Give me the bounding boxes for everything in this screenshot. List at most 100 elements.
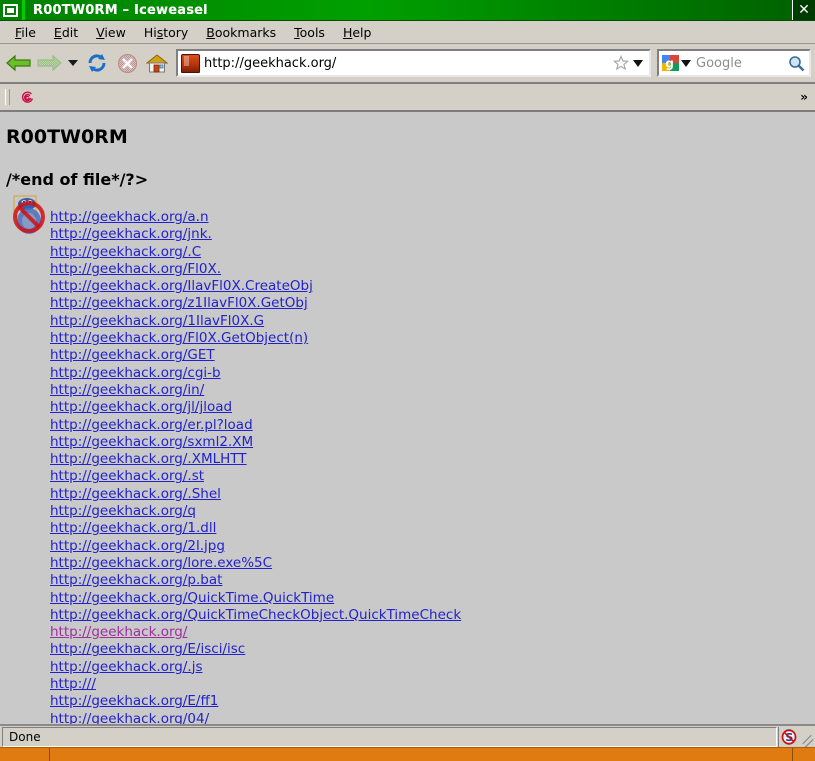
menu-bar: File Edit View History Bookmarks Tools H… [0, 21, 815, 44]
resize-grip-icon[interactable] [799, 727, 815, 747]
close-icon[interactable]: ✕ [792, 0, 815, 20]
list-item: http://geekhack.org/1.dll [50, 518, 815, 535]
menu-view[interactable]: View [87, 24, 135, 41]
status-field: Done [2, 727, 777, 747]
page-content: R00TW0RM /*end of file*/?> http://geekha… [0, 113, 815, 726]
list-item: http://geekhack.org/lore.exe%5C [50, 553, 815, 570]
noscript-icon[interactable]: S [778, 727, 799, 747]
forward-button[interactable] [34, 48, 64, 78]
bookmarks-overflow-icon[interactable]: » [792, 90, 815, 104]
list-item: http://geekhack.org/.C [50, 242, 815, 259]
page-link[interactable]: http://geekhack.org/GET [50, 347, 215, 363]
list-item: http://geekhack.org/in/ [50, 380, 815, 397]
home-icon [146, 53, 168, 74]
list-item: http://geekhack.org/2l.jpg [50, 536, 815, 553]
title-bar: R00TW0RM – Iceweasel ✕ [0, 0, 815, 21]
bookmarks-toolbar: » [0, 84, 815, 112]
list-item: http://geekhack.org/a.n [50, 207, 815, 224]
page-link[interactable]: http://geekhack.org/.XMLHTT [50, 451, 247, 467]
page-link[interactable]: http://geekhack.org/p.bat [50, 572, 222, 588]
page-link[interactable]: http://geekhack.org/.C [50, 244, 201, 260]
broken-image-icon [12, 195, 48, 239]
menu-bookmarks-label: Bookmarks [206, 25, 276, 40]
search-input[interactable]: Google [696, 56, 788, 71]
list-item: http://geekhack.org/QuickTime.QuickTime [50, 588, 815, 605]
list-item: http://geekhack.org/jl/jload [50, 397, 815, 414]
search-box[interactable]: g Google [657, 49, 811, 77]
window-title: R00TW0RM – Iceweasel [33, 3, 208, 18]
list-item: http://geekhack.org/q [50, 501, 815, 518]
page-link[interactable]: http://geekhack.org/a.n [50, 209, 209, 225]
url-bar[interactable]: http://geekhack.org/ [176, 49, 651, 77]
page-link[interactable]: http://geekhack.org/.js [50, 659, 202, 675]
page-link[interactable]: http://geekhack.org/.st [50, 468, 204, 484]
menu-edit-label: Edit [54, 25, 78, 40]
google-icon[interactable]: g [662, 55, 679, 71]
desktop-taskbar[interactable] [0, 747, 815, 761]
page-link[interactable]: http://geekhack.org/z1IlavFl0X.GetObj [50, 295, 308, 311]
list-item: http://geekhack.org/GET [50, 345, 815, 362]
list-item: http://geekhack.org/IlavFl0X.CreateObj [50, 276, 815, 293]
page-link[interactable]: http://geekhack.org/sxml2.XM [50, 434, 253, 450]
noscript-glyph-icon: S [781, 729, 797, 745]
page-title: R00TW0RM [6, 126, 815, 148]
menu-tools[interactable]: Tools [285, 24, 334, 41]
page-link[interactable]: http://geekhack.org/lore.exe%5C [50, 555, 272, 571]
page-link[interactable]: http://geekhack.org/1IlavFl0X.G [50, 313, 264, 329]
list-item: http://geekhack.org/sxml2.XM [50, 432, 815, 449]
stop-button[interactable] [112, 48, 142, 78]
list-item: http://geekhack.org/.st [50, 466, 815, 483]
menu-file-label: File [15, 25, 36, 40]
star-icon[interactable] [613, 55, 629, 71]
reload-button[interactable] [82, 48, 112, 78]
bookmark-debian[interactable] [16, 87, 38, 107]
list-item: http://geekhack.org/.Shel [50, 484, 815, 501]
page-link[interactable]: http://geekhack.org/jnk. [50, 226, 212, 242]
list-item: http://geekhack.org/cgi-b [50, 363, 815, 380]
page-link[interactable]: http://geekhack.org/1.dll [50, 520, 216, 536]
page-link[interactable]: http://geekhack.org/QuickTime.QuickTime [50, 590, 334, 606]
menu-history[interactable]: History [135, 24, 197, 41]
page-link[interactable]: http://geekhack.org/q [50, 503, 196, 519]
menu-view-label: View [96, 25, 126, 40]
page-link[interactable]: http://geekhack.org/.Shel [50, 486, 221, 502]
menu-help[interactable]: Help [334, 24, 381, 41]
back-button[interactable] [4, 48, 34, 78]
broken-image [12, 195, 48, 239]
page-link[interactable]: http://geekhack.org/QuickTimeCheckObject… [50, 607, 461, 623]
page-link[interactable]: http://geekhack.org/er.pl?load [50, 417, 253, 433]
list-item: http:/// [50, 674, 815, 691]
toolbar-grip[interactable] [5, 89, 10, 105]
search-engine-dropdown-icon[interactable] [681, 60, 691, 67]
magnifier-icon[interactable] [788, 55, 805, 72]
page-link[interactable]: http://geekhack.org/jl/jload [50, 399, 232, 415]
menu-edit[interactable]: Edit [45, 24, 87, 41]
navigation-toolbar: http://geekhack.org/ g Google [0, 44, 815, 84]
window-icon[interactable] [3, 4, 18, 17]
page-link-visited[interactable]: http://geekhack.org/ [50, 624, 187, 640]
list-item: http://geekhack.org/ [50, 622, 815, 639]
page-link[interactable]: http://geekhack.org/Fl0X.GetObject(n) [50, 330, 308, 346]
page-link[interactable]: http://geekhack.org/E/isci/isc [50, 641, 245, 657]
page-link[interactable]: http://geekhack.org/2l.jpg [50, 538, 225, 554]
home-button[interactable] [142, 48, 172, 78]
link-list: http://geekhack.org/a.n http://geekhack.… [6, 189, 815, 726]
menu-bookmarks[interactable]: Bookmarks [197, 24, 285, 41]
url-input[interactable]: http://geekhack.org/ [204, 56, 613, 71]
page-link[interactable]: http:/// [50, 676, 96, 692]
back-arrow-icon [6, 53, 32, 73]
menu-help-label: Help [343, 25, 372, 40]
page-link[interactable]: http://geekhack.org/IlavFl0X.CreateObj [50, 278, 313, 294]
status-bar: Done S [0, 724, 815, 748]
page-link[interactable]: http://geekhack.org/Fl0X. [50, 261, 221, 277]
list-item: http://geekhack.org/.js [50, 657, 815, 674]
history-dropdown-icon[interactable] [68, 60, 78, 66]
page-link[interactable]: http://geekhack.org/in/ [50, 382, 204, 398]
page-link[interactable]: http://geekhack.org/cgi-b [50, 365, 221, 381]
list-item: http://geekhack.org/z1IlavFl0X.GetObj [50, 293, 815, 310]
forward-arrow-icon [36, 53, 62, 73]
page-link[interactable]: http://geekhack.org/E/ff1 [50, 693, 218, 709]
url-dropdown-icon[interactable] [633, 60, 643, 67]
list-item: http://geekhack.org/QuickTimeCheckObject… [50, 605, 815, 622]
menu-file[interactable]: File [6, 24, 45, 41]
